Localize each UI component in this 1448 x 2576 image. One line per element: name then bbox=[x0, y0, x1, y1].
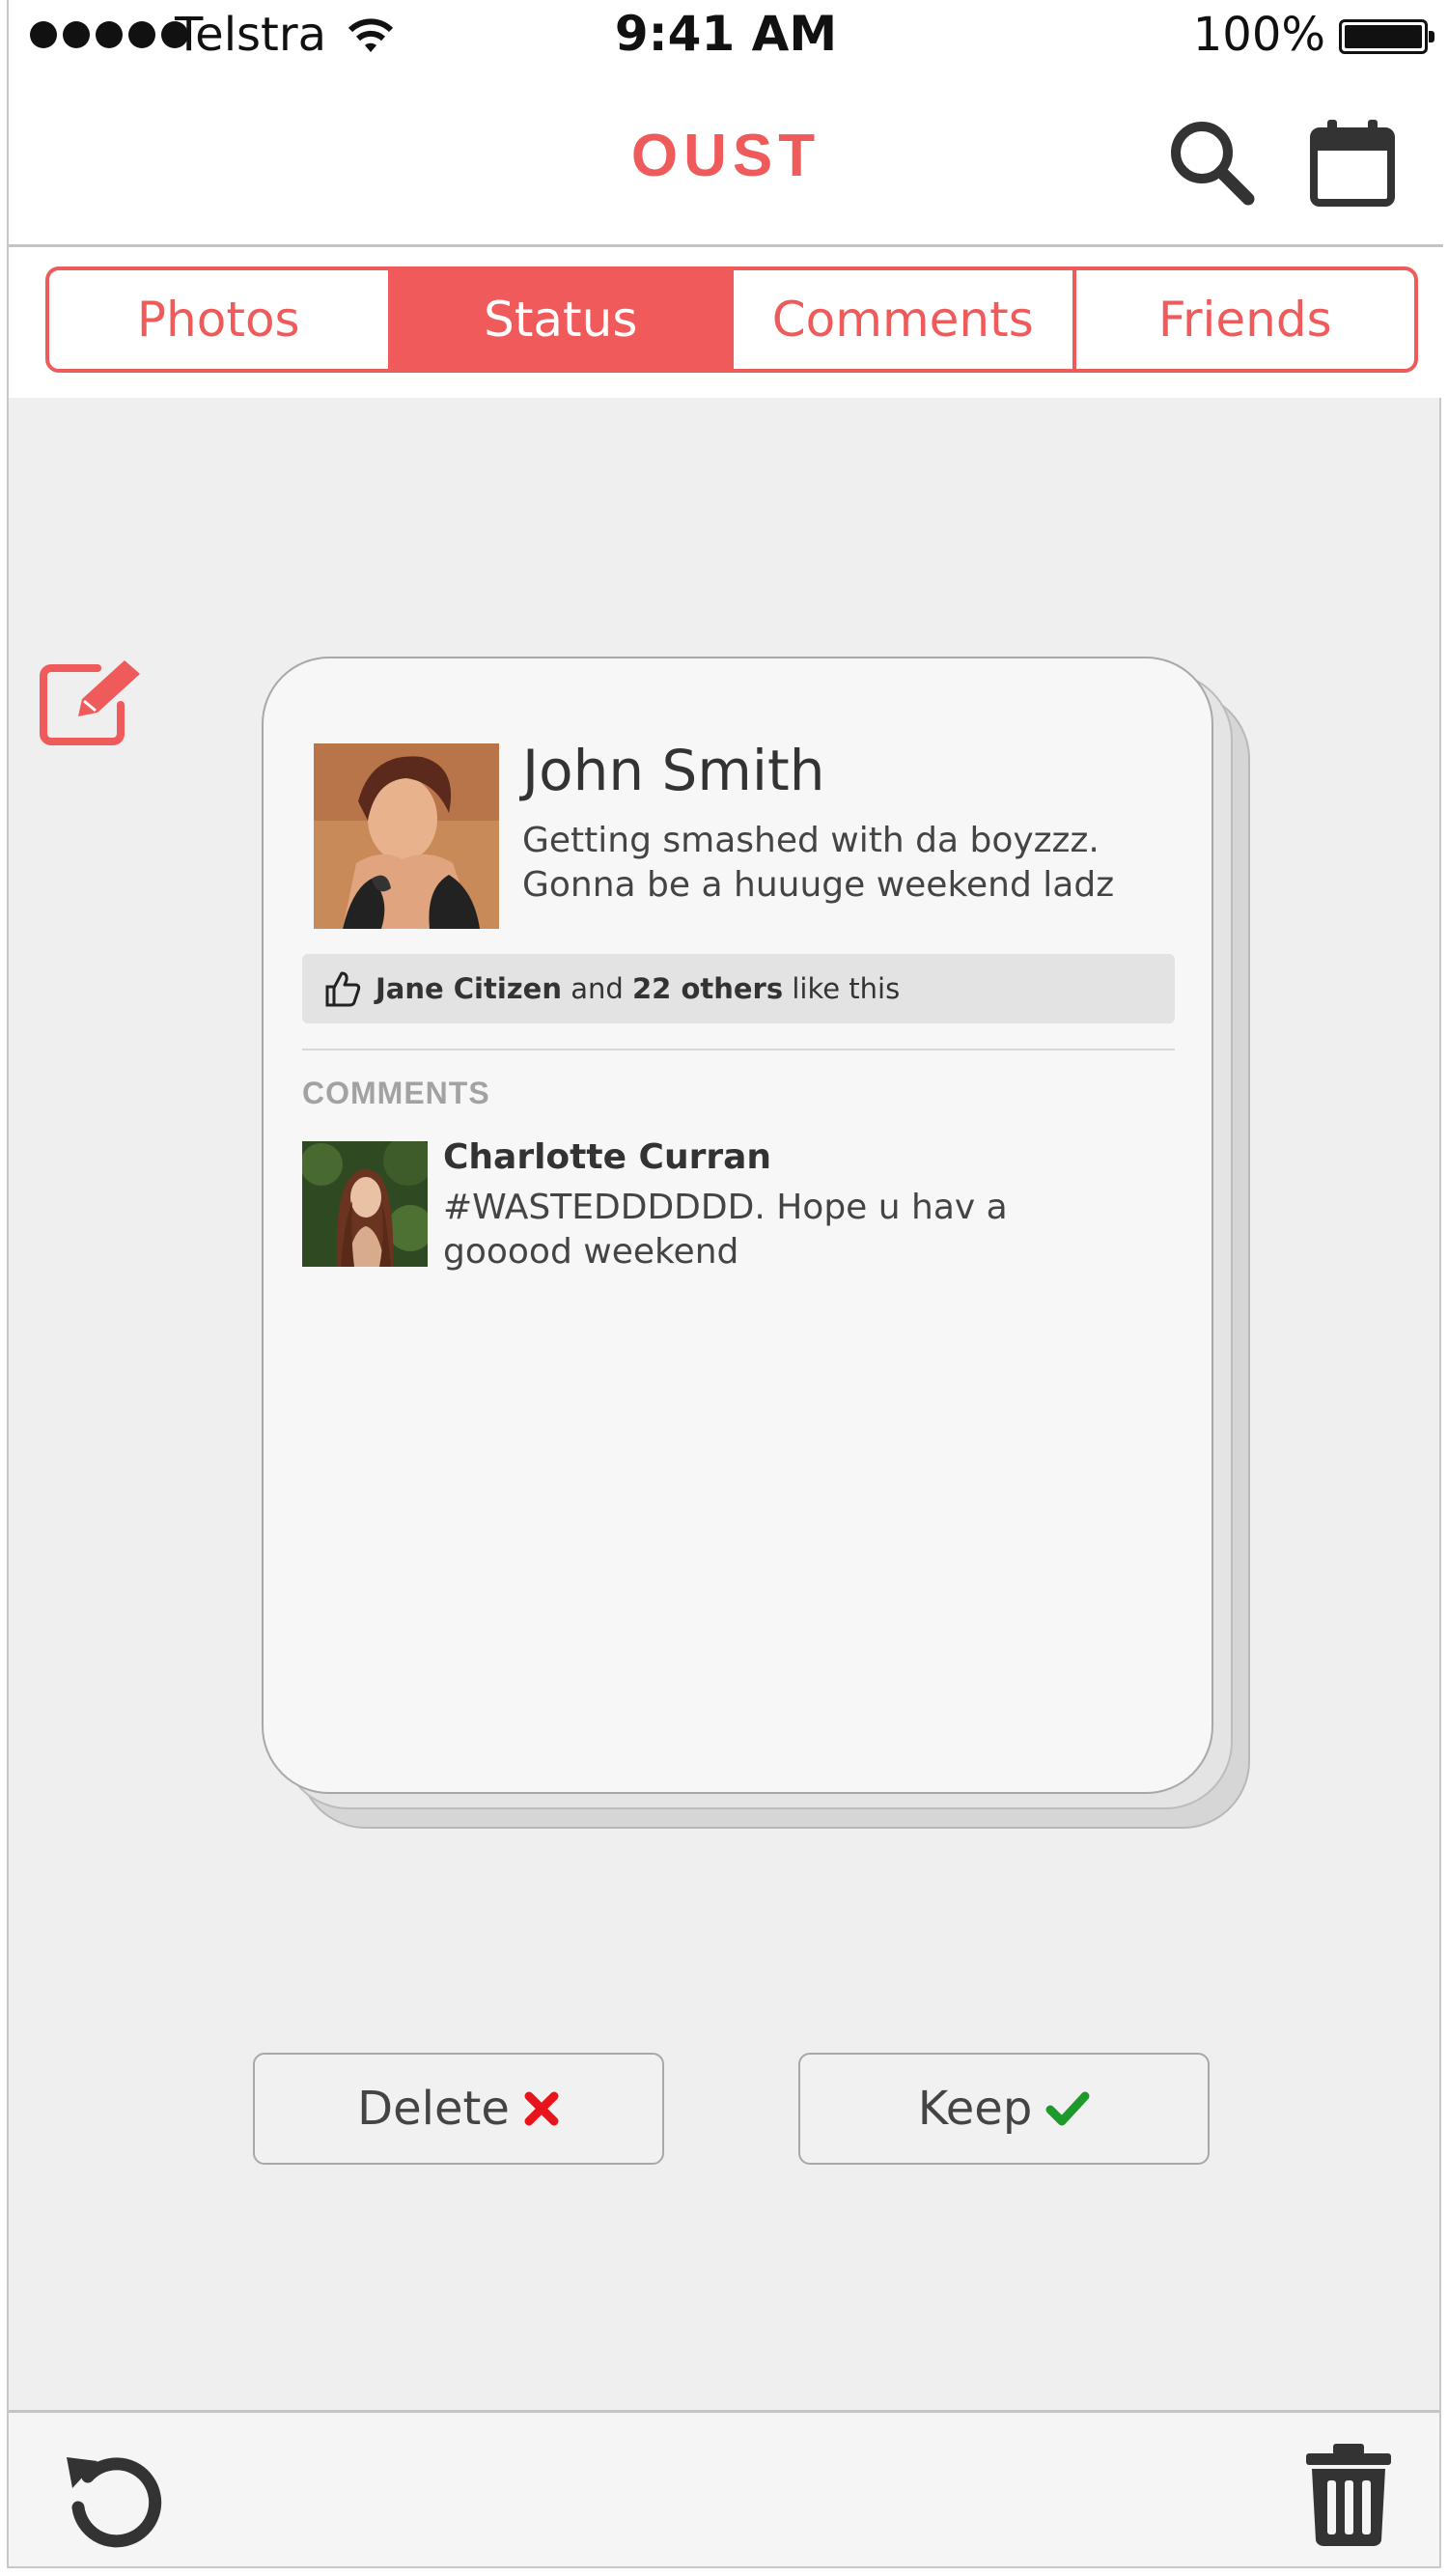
tab-bar-container: Photos Status Comments Friends bbox=[9, 247, 1443, 398]
nav-bar: OUST bbox=[9, 77, 1443, 247]
comments-heading: COMMENTS bbox=[302, 1076, 490, 1110]
likes-summary[interactable]: Jane Citizen and 22 others like this bbox=[302, 954, 1175, 1023]
thumbs-up-icon bbox=[325, 971, 361, 1007]
avatar bbox=[314, 743, 499, 929]
status-card[interactable]: John Smith Getting smashed with da boyzz… bbox=[262, 657, 1213, 1794]
red-x-icon bbox=[524, 2091, 559, 2126]
trash-icon[interactable] bbox=[1302, 2442, 1395, 2548]
delete-button[interactable]: Delete bbox=[253, 2053, 664, 2165]
keep-label: Keep bbox=[917, 2082, 1033, 2136]
likes-count: 22 others bbox=[632, 972, 784, 1005]
tab-status[interactable]: Status bbox=[391, 270, 734, 369]
undo-icon[interactable] bbox=[59, 2446, 165, 2552]
edit-icon[interactable] bbox=[38, 657, 150, 749]
likes-first-name: Jane Citizen bbox=[376, 972, 562, 1005]
battery-icon bbox=[1339, 19, 1434, 54]
likes-text: Jane Citizen and 22 others like this bbox=[376, 972, 900, 1005]
tab-comments[interactable]: Comments bbox=[734, 270, 1076, 369]
status-bar: Telstra 9:41 AM 100% bbox=[9, 0, 1443, 77]
divider bbox=[302, 1049, 1175, 1050]
likes-and: and bbox=[571, 972, 624, 1005]
keep-button[interactable]: Keep bbox=[798, 2053, 1210, 2165]
battery-percentage: 100% bbox=[1192, 8, 1325, 62]
tab-friends[interactable]: Friends bbox=[1076, 270, 1415, 369]
bottom-toolbar bbox=[9, 2410, 1439, 2566]
tab-photos[interactable]: Photos bbox=[49, 270, 392, 369]
calendar-icon[interactable] bbox=[1308, 116, 1397, 209]
likes-suffix: like this bbox=[792, 972, 901, 1005]
search-icon[interactable] bbox=[1165, 116, 1258, 209]
post-author: John Smith bbox=[522, 738, 825, 803]
delete-label: Delete bbox=[357, 2082, 510, 2136]
comment-text: #WASTEDDDDDD. Hope u hav a gooood weeken… bbox=[443, 1188, 1008, 1272]
post-text: Getting smashed with da boyzzz. Gonna be… bbox=[522, 821, 1115, 905]
app-screen: Telstra 9:41 AM 100% OUST Photos Status … bbox=[7, 0, 1443, 2568]
segmented-tabs: Photos Status Comments Friends bbox=[45, 266, 1418, 373]
green-check-icon bbox=[1045, 2091, 1090, 2126]
comment-avatar bbox=[302, 1141, 428, 1267]
comment-author: Charlotte Curran bbox=[443, 1137, 772, 1177]
